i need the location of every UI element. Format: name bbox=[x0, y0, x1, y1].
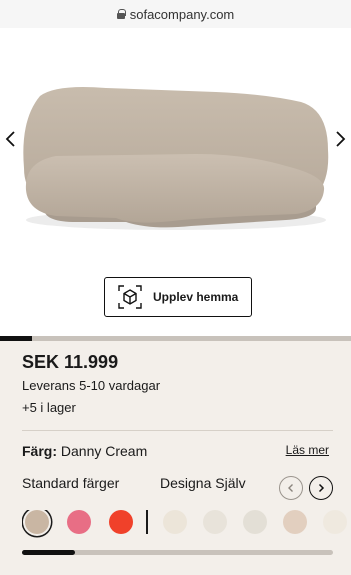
address-bar[interactable]: sofacompany.com bbox=[0, 0, 351, 28]
color-swatch[interactable] bbox=[163, 510, 187, 534]
read-more-link[interactable]: Läs mer bbox=[286, 443, 329, 457]
swatch-scroll-progress bbox=[22, 550, 333, 555]
sofa-image bbox=[23, 87, 329, 230]
product-gallery[interactable]: Upplev hemma bbox=[0, 28, 351, 336]
chevron-right-icon bbox=[318, 483, 325, 493]
ar-view-button[interactable]: Upplev hemma bbox=[104, 277, 252, 317]
color-swatch[interactable] bbox=[109, 510, 133, 534]
color-label: Färg: bbox=[22, 443, 57, 459]
tab-standard-colors[interactable]: Standard färger bbox=[22, 475, 119, 491]
chevron-right-icon[interactable] bbox=[333, 129, 347, 149]
color-selection-label: Färg: Danny Cream bbox=[22, 443, 147, 459]
color-swatch[interactable] bbox=[203, 510, 227, 534]
tab-design-yourself[interactable]: Designa Själv bbox=[160, 475, 246, 491]
price: SEK 11.999 bbox=[22, 352, 119, 372]
color-swatch[interactable] bbox=[25, 510, 49, 534]
swatch-next-button[interactable] bbox=[309, 476, 333, 500]
color-swatches bbox=[22, 510, 351, 538]
color-swatch[interactable] bbox=[283, 510, 307, 534]
divider bbox=[22, 430, 333, 431]
url-text: sofacompany.com bbox=[129, 6, 235, 22]
stock-status: +5 i lager bbox=[22, 400, 76, 415]
color-value: Danny Cream bbox=[57, 443, 148, 459]
product-info-panel: SEK 11.999 Leverans 5-10 vardagar +5 i l… bbox=[0, 341, 351, 575]
lock-icon bbox=[116, 9, 126, 19]
chevron-left-icon bbox=[288, 484, 293, 492]
swatch-prev-button[interactable] bbox=[279, 476, 303, 500]
color-swatch[interactable] bbox=[243, 510, 267, 534]
swatch-scroll-progress-fill bbox=[22, 550, 75, 555]
color-swatch[interactable] bbox=[67, 510, 91, 534]
swatch-group-separator bbox=[146, 510, 148, 534]
ar-cube-icon bbox=[118, 285, 142, 309]
delivery-time: Leverans 5-10 vardagar bbox=[22, 378, 161, 393]
chevron-left-icon[interactable] bbox=[4, 129, 18, 149]
color-swatch[interactable] bbox=[323, 510, 347, 534]
ar-button-label: Upplev hemma bbox=[153, 290, 239, 304]
